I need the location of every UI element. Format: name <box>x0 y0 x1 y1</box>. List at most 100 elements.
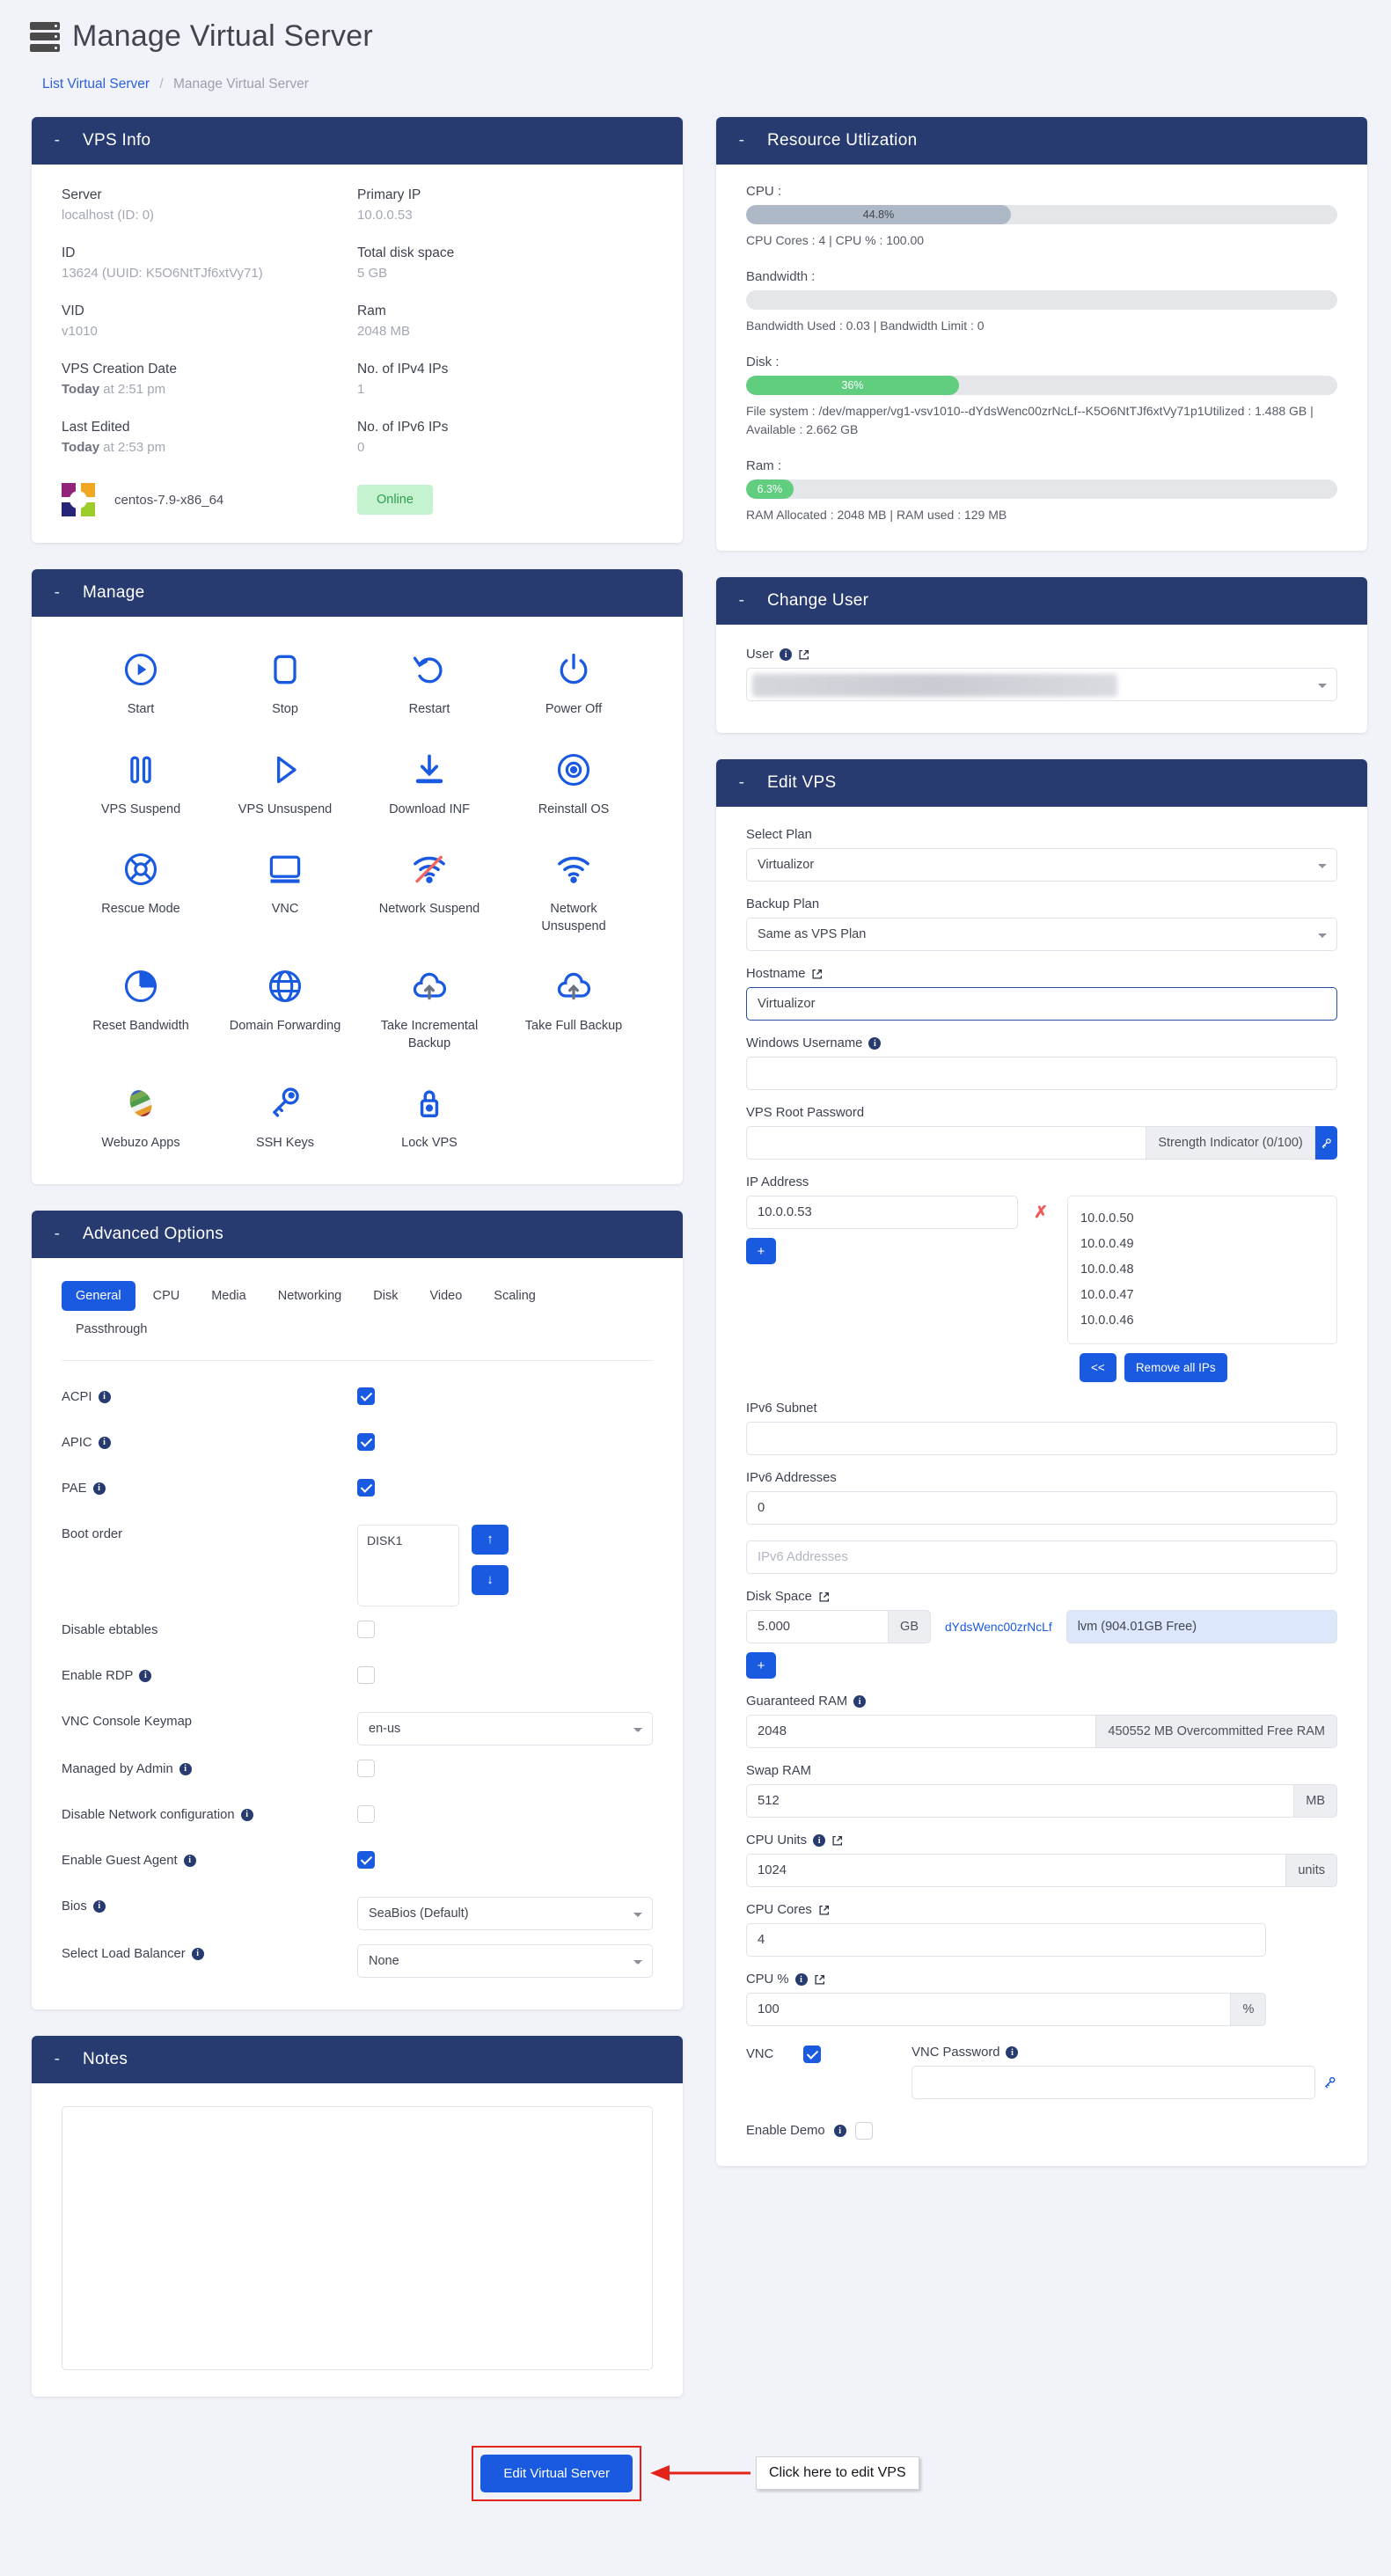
info-icon[interactable]: i <box>183 1854 196 1867</box>
tab-media[interactable]: Media <box>197 1281 260 1311</box>
external-link-icon[interactable] <box>818 1905 830 1916</box>
edit-virtual-server-button[interactable]: Edit Virtual Server <box>480 2454 633 2492</box>
cpu-cores-input[interactable] <box>746 1923 1267 1957</box>
disk-space-input[interactable] <box>746 1610 890 1643</box>
key-icon[interactable] <box>1322 2075 1337 2090</box>
disable-ebtables-checkbox[interactable] <box>357 1620 375 1638</box>
hostname-input[interactable] <box>746 987 1337 1021</box>
info-icon[interactable]: i <box>853 1695 867 1708</box>
tab-video[interactable]: Video <box>415 1281 476 1311</box>
collapse-toggle[interactable]: - <box>716 773 767 793</box>
info-icon[interactable]: i <box>1006 2046 1019 2059</box>
tab-passthrough[interactable]: Passthrough <box>62 1314 161 1344</box>
bios-select[interactable]: SeaBios (Default) <box>357 1896 653 1930</box>
ip-address-input[interactable] <box>746 1196 1019 1229</box>
user-select[interactable] <box>746 668 1337 701</box>
tab-disk[interactable]: Disk <box>359 1281 412 1311</box>
manage-action-reinstall-os[interactable]: Reinstall OS <box>501 750 646 819</box>
ipv6-addresses-input[interactable] <box>746 1540 1337 1574</box>
vnc-checkbox[interactable] <box>803 2045 822 2063</box>
info-icon[interactable]: i <box>833 2125 846 2137</box>
collapse-toggle[interactable]: - <box>716 591 767 611</box>
manage-action-power-off[interactable]: Power Off <box>501 650 646 719</box>
storage-select[interactable]: lvm (904.01GB Free) <box>1065 1610 1337 1643</box>
info-icon[interactable]: i <box>868 1037 882 1050</box>
managed-by-admin-checkbox[interactable] <box>357 1759 375 1777</box>
collapse-toggle[interactable]: - <box>32 1225 83 1244</box>
info-icon[interactable]: i <box>92 1482 106 1495</box>
external-link-icon[interactable] <box>831 1835 843 1847</box>
manage-action-stop[interactable]: Stop <box>213 650 357 719</box>
info-icon[interactable]: i <box>191 1947 204 1960</box>
manage-action-network-suspend[interactable]: Network Suspend <box>357 850 501 935</box>
manage-action-ssh-keys[interactable]: SSH Keys <box>213 1084 357 1153</box>
manage-action-take-incremental-backup[interactable]: Take Incremental Backup <box>357 967 501 1052</box>
manage-action-start[interactable]: Start <box>69 650 213 719</box>
manage-action-reset-bandwidth[interactable]: Reset Bandwidth <box>69 967 213 1052</box>
cpu-percent-input[interactable] <box>746 1993 1232 2026</box>
manage-action-domain-forwarding[interactable]: Domain Forwarding <box>213 967 357 1052</box>
manage-action-restart[interactable]: Restart <box>357 650 501 719</box>
external-link-icon[interactable] <box>798 649 809 661</box>
enable-guest-agent-checkbox[interactable] <box>357 1850 375 1869</box>
vnc-keymap-select[interactable]: en-us <box>357 1711 653 1745</box>
info-icon[interactable]: i <box>780 648 793 661</box>
manage-action-vnc[interactable]: VNC <box>213 850 357 935</box>
available-ip-list[interactable]: 10.0.0.50 10.0.0.49 10.0.0.48 10.0.0.47 … <box>1067 1196 1337 1344</box>
acpi-checkbox[interactable] <box>357 1387 375 1405</box>
add-disk-button[interactable]: + <box>746 1652 776 1679</box>
collapse-toggle[interactable]: - <box>32 2050 83 2069</box>
tab-networking[interactable]: Networking <box>264 1281 356 1311</box>
vnc-password-input[interactable] <box>911 2066 1315 2099</box>
add-ip-button[interactable]: + <box>746 1238 776 1264</box>
external-link-icon[interactable] <box>818 1592 830 1603</box>
boot-order-down-button[interactable]: ↓ <box>472 1564 509 1595</box>
collapse-toggle[interactable]: - <box>716 131 767 150</box>
disk-id-link[interactable]: dYdsWenc00zrNcLf <box>945 1621 1052 1634</box>
remove-all-ips-button[interactable]: Remove all IPs <box>1124 1353 1227 1382</box>
list-item[interactable]: 10.0.0.50 <box>1080 1206 1324 1232</box>
info-icon[interactable]: i <box>92 1899 106 1913</box>
remove-ip-icon[interactable]: ✗ <box>1034 1196 1051 1223</box>
swap-ram-input[interactable] <box>746 1784 1295 1818</box>
backup-plan-select[interactable]: Same as VPS Plan <box>746 918 1337 951</box>
manage-action-network-unsuspend[interactable]: Network Unsuspend <box>501 850 646 935</box>
enable-demo-checkbox[interactable] <box>854 2122 873 2140</box>
manage-action-rescue-mode[interactable]: Rescue Mode <box>69 850 213 935</box>
info-icon[interactable]: i <box>240 1808 253 1821</box>
info-icon[interactable]: i <box>98 1390 111 1403</box>
guaranteed-ram-input[interactable] <box>746 1715 1097 1748</box>
info-icon[interactable]: i <box>139 1669 152 1682</box>
boot-order-item[interactable]: DISK1 <box>367 1533 450 1548</box>
collapse-toggle[interactable]: - <box>32 583 83 603</box>
collapse-toggle[interactable]: - <box>32 131 83 150</box>
list-item[interactable]: 10.0.0.48 <box>1080 1257 1324 1283</box>
breadcrumb-link-list-virtual-server[interactable]: List Virtual Server <box>42 77 150 91</box>
enable-rdp-checkbox[interactable] <box>357 1665 375 1684</box>
tab-cpu[interactable]: CPU <box>139 1281 194 1311</box>
root-password-input[interactable] <box>746 1126 1147 1160</box>
load-balancer-select[interactable]: None <box>357 1943 653 1978</box>
pae-checkbox[interactable] <box>357 1478 375 1497</box>
list-item[interactable]: 10.0.0.46 <box>1080 1308 1324 1334</box>
tab-scaling[interactable]: Scaling <box>480 1281 550 1311</box>
apic-checkbox[interactable] <box>357 1432 375 1451</box>
generate-password-button[interactable] <box>1314 1126 1337 1160</box>
move-ip-button[interactable]: << <box>1080 1353 1116 1382</box>
external-link-icon[interactable] <box>814 1974 825 1986</box>
info-icon[interactable]: i <box>98 1436 111 1449</box>
cpu-units-input[interactable] <box>746 1854 1287 1887</box>
manage-action-lock-vps[interactable]: Lock VPS <box>357 1084 501 1153</box>
external-link-icon[interactable] <box>811 969 823 980</box>
manage-action-download-inf[interactable]: Download INF <box>357 750 501 819</box>
manage-action-vps-unsuspend[interactable]: VPS Unsuspend <box>213 750 357 819</box>
info-icon[interactable]: i <box>794 1973 808 1986</box>
manage-action-webuzo-apps[interactable]: Webuzo Apps <box>69 1084 213 1153</box>
windows-username-input[interactable] <box>746 1057 1337 1090</box>
notes-textarea[interactable] <box>62 2105 653 2370</box>
tab-general[interactable]: General <box>62 1280 135 1311</box>
boot-order-list[interactable]: DISK1 <box>357 1524 459 1606</box>
select-plan-select[interactable]: Virtualizor <box>746 848 1337 882</box>
ipv6-subnet-input[interactable] <box>746 1422 1337 1455</box>
list-item[interactable]: 10.0.0.47 <box>1080 1283 1324 1308</box>
